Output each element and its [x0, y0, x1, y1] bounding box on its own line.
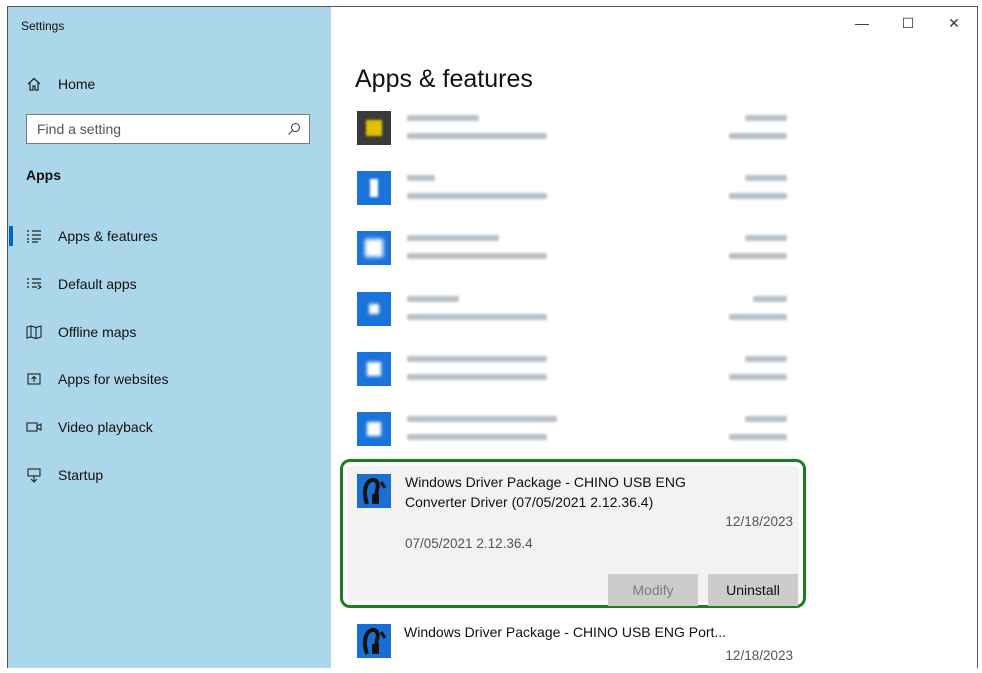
sidebar-item-label: Apps & features — [58, 228, 158, 244]
search-input[interactable]: Find a setting — [26, 114, 310, 144]
list-item[interactable] — [355, 167, 800, 223]
nav-home[interactable]: Home — [26, 73, 95, 95]
list-item[interactable] — [355, 348, 800, 404]
app-icon — [357, 292, 391, 326]
sidebar-item-label: Video playback — [58, 419, 153, 435]
sidebar-item-startup[interactable]: Startup — [8, 463, 103, 487]
app-install-date: 12/18/2023 — [725, 648, 793, 663]
modify-button[interactable]: Modify — [608, 574, 698, 606]
sidebar-item-label: Startup — [58, 467, 104, 483]
search-icon — [287, 122, 301, 141]
driver-package-icon — [357, 624, 391, 658]
app-icon — [357, 231, 391, 265]
sidebar-item-apps-features[interactable]: Apps & features — [8, 224, 158, 248]
selected-app-item[interactable]: Windows Driver Package - CHINO USB ENG C… — [340, 459, 806, 608]
map-icon — [26, 324, 44, 340]
video-icon — [26, 419, 44, 435]
page-title: Apps & features — [355, 65, 533, 93]
app-name-line1: Windows Driver Package - CHINO USB ENG — [405, 474, 686, 490]
driver-package-icon — [357, 474, 391, 508]
list-item[interactable] — [355, 288, 800, 344]
home-label: Home — [58, 76, 96, 92]
app-name: Windows Driver Package - CHINO USB ENG P… — [404, 624, 727, 640]
app-version: 07/05/2021 2.12.36.4 — [405, 536, 533, 551]
sidebar-item-label: Offline maps — [58, 324, 137, 340]
search-placeholder: Find a setting — [37, 121, 122, 137]
uninstall-button[interactable]: Uninstall — [708, 574, 798, 606]
list-item[interactable] — [355, 107, 800, 163]
sidebar-item-label: Apps for websites — [58, 371, 169, 387]
web-apps-icon — [26, 371, 44, 387]
sidebar-item-offline-maps[interactable]: Offline maps — [8, 320, 136, 344]
startup-icon — [26, 467, 44, 483]
sidebar-item-default-apps[interactable]: Default apps — [8, 272, 137, 296]
sidebar-item-apps-for-websites[interactable]: Apps for websites — [8, 367, 169, 391]
sidebar-item-label: Default apps — [58, 276, 137, 292]
app-install-date: 12/18/2023 — [725, 514, 793, 529]
app-icon — [357, 352, 391, 386]
app-icon — [357, 111, 391, 145]
section-title: Apps — [26, 167, 61, 183]
list-item[interactable]: Windows Driver Package - CHINO USB ENG P… — [355, 620, 805, 668]
selected-app-panel: Windows Driver Package - CHINO USB ENG C… — [347, 466, 799, 606]
list-item[interactable] — [355, 408, 800, 464]
sidebar: Settings Home Find a setting Apps Apps &… — [8, 7, 331, 668]
home-icon — [26, 76, 44, 92]
sidebar-item-video-playback[interactable]: Video playback — [8, 415, 153, 439]
list-item[interactable] — [355, 227, 800, 283]
default-apps-icon — [26, 276, 44, 292]
app-icon — [357, 412, 391, 446]
list-icon — [26, 228, 44, 244]
app-icon — [357, 171, 391, 205]
window-title: Settings — [21, 19, 65, 33]
app-name-line2: Converter Driver (07/05/2021 2.12.36.4) — [405, 494, 654, 510]
settings-window: Settings Home Find a setting Apps Apps &… — [7, 6, 978, 668]
